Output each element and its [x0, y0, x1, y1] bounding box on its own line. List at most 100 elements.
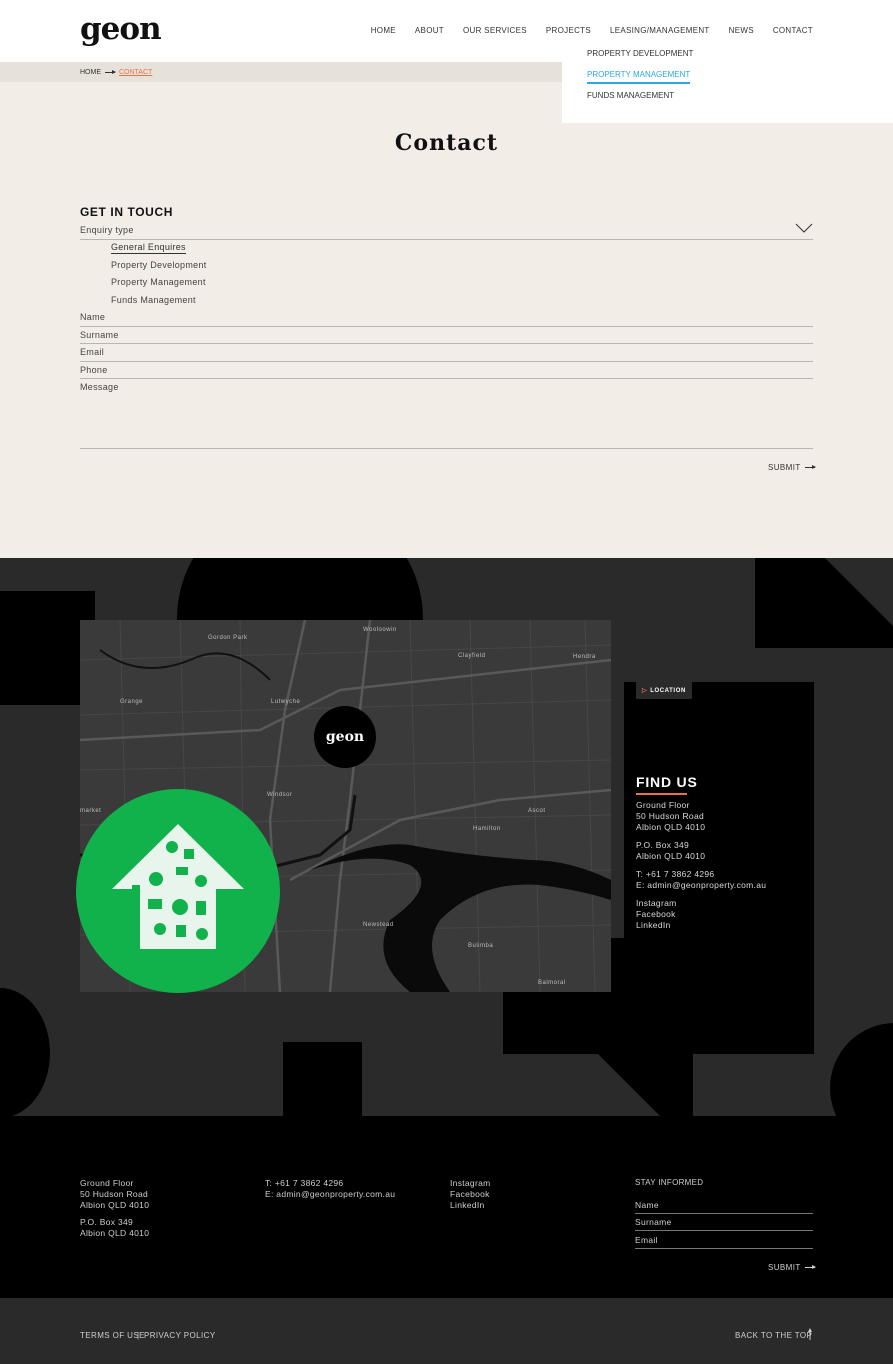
footer-instagram-link[interactable]: Instagram: [450, 1178, 491, 1188]
back-to-top-link[interactable]: BACK TO THE TOP: [735, 1331, 812, 1340]
submenu-funds-management[interactable]: FUNDS MANAGEMENT: [587, 91, 674, 100]
form-heading: GET IN TOUCH: [80, 205, 173, 219]
arrow-right-icon: [804, 465, 816, 469]
find-us-title: FIND US: [636, 774, 698, 795]
enquiry-option-property-development[interactable]: Property Development: [111, 260, 207, 270]
footer-linkedin-link[interactable]: LinkedIn: [450, 1200, 485, 1210]
decor-block: [283, 1042, 362, 1116]
decor-triangle: [755, 558, 893, 648]
terms-of-use-link[interactable]: TERMS OF USE: [80, 1331, 145, 1340]
map-label: Ascot: [528, 808, 546, 814]
footer-email-link[interactable]: E: admin@geonproperty.com.au: [265, 1189, 395, 1199]
surname-underline: [80, 343, 813, 344]
breadcrumb-home[interactable]: HOME: [80, 69, 101, 76]
name-field[interactable]: Name: [80, 312, 105, 322]
phone-underline: [80, 378, 813, 379]
submit-label: SUBMIT: [768, 463, 801, 472]
link-separator: |: [137, 1331, 140, 1340]
footer-address-line: 50 Hudson Road: [80, 1189, 148, 1199]
site-footer: Ground Floor 50 Hudson Road Albion QLD 4…: [0, 1116, 893, 1298]
newsletter-submit-label: SUBMIT: [768, 1263, 801, 1272]
email-link[interactable]: E: admin@geonproperty.com.au: [636, 880, 766, 890]
newsletter-surname-underline: [635, 1230, 813, 1231]
bottom-bar: TERMS OF USE | PRIVACY POLICY BACK TO TH…: [0, 1298, 893, 1364]
enquiry-type-label[interactable]: Enquiry type: [80, 225, 134, 235]
po-box-line: Albion QLD 4010: [636, 851, 706, 861]
map-label: Balmoral: [538, 980, 566, 986]
message-field[interactable]: Message: [80, 382, 119, 392]
map-label: Newstead: [363, 922, 394, 928]
phone-link[interactable]: T: +61 7 3862 4296: [636, 869, 714, 879]
site-logo[interactable]: geon: [80, 14, 162, 45]
decor-half-circle: [830, 1023, 893, 1116]
location-tag: ▷ LOCATION: [636, 682, 692, 699]
footer-phone-link[interactable]: T: +61 7 3862 4296: [265, 1178, 343, 1188]
email-field[interactable]: Email: [80, 347, 104, 357]
nav-projects[interactable]: PROJECTS: [546, 26, 591, 35]
house-arrow-icon: [112, 824, 244, 949]
footer-po-box-line: Albion QLD 4010: [80, 1228, 150, 1238]
page-title: Contact: [394, 130, 499, 156]
arrow-right-icon: [804, 1265, 816, 1269]
map-label: Lutwyche: [271, 699, 301, 705]
location-section: Wooloowin Gordon Park Clayfield Hendra G…: [0, 558, 893, 1116]
arrow-right-icon: [105, 70, 116, 74]
footer-po-box-line: P.O. Box 349: [80, 1217, 134, 1227]
newsletter-heading: STAY INFORMED: [635, 1178, 704, 1187]
green-badge: [76, 789, 280, 993]
name-underline: [80, 326, 813, 327]
map-label: Bulimba: [468, 943, 494, 949]
enquiry-option-property-management[interactable]: Property Management: [111, 277, 206, 287]
phone-field[interactable]: Phone: [80, 365, 108, 375]
newsletter-email-underline: [635, 1248, 813, 1249]
form-submit-button[interactable]: SUBMIT: [768, 463, 816, 472]
map-pin-logo[interactable]: geon: [314, 706, 376, 768]
decor-half-circle: [0, 988, 50, 1116]
chevron-down-icon[interactable]: [795, 222, 813, 234]
instagram-link[interactable]: Instagram: [636, 898, 677, 908]
breadcrumb-bar: HOME CONTACT: [0, 62, 562, 82]
breadcrumb: HOME CONTACT: [80, 69, 152, 76]
find-us-panel: ▷ LOCATION FIND US Ground Floor 50 Hudson…: [624, 682, 814, 1054]
email-underline: [80, 361, 813, 362]
newsletter-name-field[interactable]: Name: [635, 1200, 659, 1210]
services-submenu: PROPERTY DEVELOPMENT PROPERTY MANAGEMENT…: [562, 38, 893, 123]
nav-our-services[interactable]: OUR SERVICES: [463, 26, 527, 35]
nav-home[interactable]: HOME: [371, 26, 396, 35]
enquiry-type-underline: [80, 239, 813, 240]
footer-facebook-link[interactable]: Facebook: [450, 1189, 490, 1199]
facebook-link[interactable]: Facebook: [636, 909, 676, 919]
privacy-policy-link[interactable]: PRIVACY POLICY: [144, 1331, 216, 1340]
footer-address-line: Ground Floor: [80, 1178, 134, 1188]
linkedin-link[interactable]: LinkedIn: [636, 920, 671, 930]
map-label: Grange: [120, 699, 144, 705]
nav-about[interactable]: ABOUT: [415, 26, 444, 35]
submenu-property-development[interactable]: PROPERTY DEVELOPMENT: [587, 49, 693, 58]
enquiry-option-funds-management[interactable]: Funds Management: [111, 295, 196, 305]
newsletter-submit-button[interactable]: SUBMIT: [768, 1263, 816, 1272]
address-line: Albion QLD 4010: [636, 822, 706, 832]
footer-address-line: Albion QLD 4010: [80, 1200, 150, 1210]
nav-contact[interactable]: CONTACT: [772, 26, 814, 41]
newsletter-name-underline: [635, 1213, 813, 1214]
surname-field[interactable]: Surname: [80, 330, 119, 340]
main-nav: HOME ABOUT OUR SERVICES PROJECTS LEASING…: [352, 26, 814, 41]
nav-leasing-management[interactable]: LEASING/MANAGEMENT: [610, 26, 710, 35]
message-underline: [80, 448, 813, 449]
play-icon: ▷: [642, 688, 648, 694]
breadcrumb-current[interactable]: CONTACT: [119, 69, 152, 76]
nav-news[interactable]: NEWS: [729, 26, 754, 35]
submenu-property-management[interactable]: PROPERTY MANAGEMENT: [587, 70, 691, 84]
enquiry-option-general[interactable]: General Enquires: [111, 242, 186, 254]
address-line: Ground Floor: [636, 800, 690, 810]
location-tag-label: LOCATION: [650, 688, 686, 694]
newsletter-surname-field[interactable]: Surname: [635, 1217, 672, 1227]
newsletter-email-field[interactable]: Email: [635, 1235, 658, 1245]
decor-triangle: [598, 1054, 693, 1116]
map-label: Hamilton: [473, 826, 501, 832]
arrow-up-icon[interactable]: [808, 1328, 812, 1340]
address-line: 50 Hudson Road: [636, 811, 704, 821]
map-label: Gordon Park: [208, 635, 248, 641]
po-box-line: P.O. Box 349: [636, 840, 690, 850]
map-label: Hendra: [573, 654, 596, 660]
